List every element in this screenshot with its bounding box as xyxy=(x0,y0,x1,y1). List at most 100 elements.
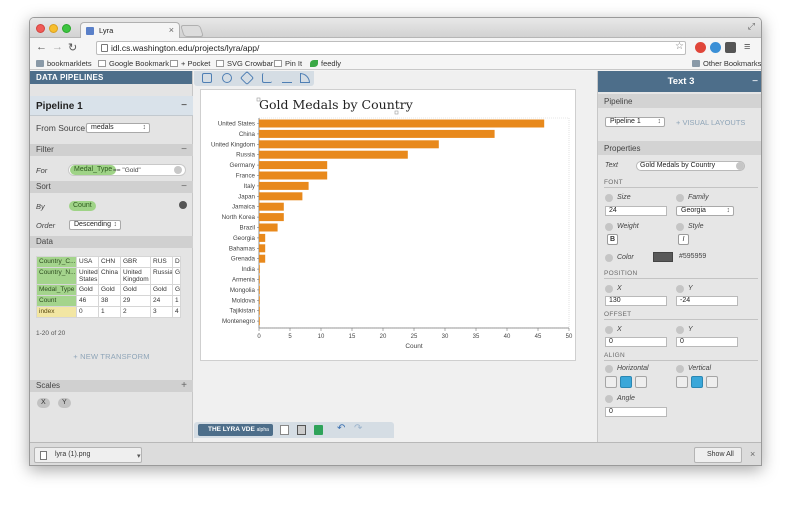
angle-binding-toggle[interactable] xyxy=(605,395,613,403)
data-table-field-header[interactable]: Count xyxy=(36,295,77,307)
bar[interactable] xyxy=(259,202,284,211)
align-center-button[interactable] xyxy=(620,376,632,388)
extension-opera-icon[interactable] xyxy=(695,42,706,53)
bookmark-star-icon[interactable]: ☆ xyxy=(675,41,684,52)
chart-title[interactable]: Gold Medals by Country xyxy=(259,97,414,112)
bookmark-item[interactable]: Google Bookmark xyxy=(98,59,169,68)
bar[interactable] xyxy=(259,285,260,294)
color-binding-toggle[interactable] xyxy=(605,254,613,262)
reload-icon[interactable]: ↻ xyxy=(68,41,77,54)
y-binding-toggle[interactable] xyxy=(676,285,684,293)
bar[interactable] xyxy=(259,254,266,263)
bar[interactable] xyxy=(259,244,266,253)
bookmark-item[interactable]: feedly xyxy=(310,59,341,68)
arc-mark-icon[interactable] xyxy=(239,70,255,86)
close-tab-icon[interactable]: × xyxy=(169,25,174,35)
bar[interactable] xyxy=(259,306,260,315)
address-bar[interactable]: idl.cs.washington.edu/projects/lyra/app/ xyxy=(96,41,686,55)
text-property-input[interactable]: Gold Medals by Country xyxy=(636,161,745,171)
bold-button[interactable]: B xyxy=(607,234,618,245)
scale-pill-x[interactable]: X xyxy=(37,398,50,408)
x-binding-toggle[interactable] xyxy=(605,285,613,293)
show-all-button[interactable]: Show All xyxy=(694,447,742,463)
extension-blue-icon[interactable] xyxy=(710,42,721,53)
collapse-icon[interactable]: − xyxy=(181,144,187,155)
collapse-icon[interactable]: − xyxy=(752,76,758,87)
offset-y-binding-toggle[interactable] xyxy=(676,326,684,334)
collapse-icon[interactable]: − xyxy=(181,181,187,192)
family-binding-toggle[interactable] xyxy=(676,194,684,202)
x-input[interactable]: 130 xyxy=(605,296,667,306)
close-window-button[interactable] xyxy=(36,24,45,33)
bar[interactable] xyxy=(259,317,260,326)
sort-field-pill[interactable]: Count xyxy=(69,201,96,211)
data-table-field-header[interactable]: Country_C... xyxy=(36,256,77,268)
bar[interactable] xyxy=(259,192,303,201)
angle-input[interactable]: 0 xyxy=(605,407,667,417)
align-left-button[interactable] xyxy=(605,376,617,388)
bar-chart[interactable]: Gold Medals by Country 0 5 10 15 20 25 30 35 40 45… xyxy=(201,90,577,362)
bar[interactable] xyxy=(259,171,328,180)
text-binding-toggle[interactable] xyxy=(736,162,744,170)
color-swatch[interactable] xyxy=(653,252,673,262)
filter-expression-field[interactable]: Medal_Type == "Gold" xyxy=(68,164,186,176)
bar[interactable] xyxy=(259,181,309,190)
align-right-button[interactable] xyxy=(635,376,647,388)
add-scale-icon[interactable]: + xyxy=(181,380,187,391)
bar[interactable] xyxy=(259,296,260,305)
new-transform-button[interactable]: + NEW TRANSFORM xyxy=(30,352,193,361)
share-icon[interactable] xyxy=(314,425,323,435)
filter-toggle-icon[interactable] xyxy=(174,166,182,174)
close-downloads-icon[interactable]: × xyxy=(750,449,755,459)
forward-icon[interactable]: → xyxy=(52,41,63,53)
data-table-field-header[interactable]: Country_N... xyxy=(36,267,77,285)
minimize-window-button[interactable] xyxy=(49,24,58,33)
dropdown-arrow-icon[interactable]: ▾ xyxy=(137,452,141,460)
bar[interactable] xyxy=(259,119,545,128)
extension-tools-icon[interactable] xyxy=(725,42,736,53)
filter-field-pill[interactable]: Medal_Type xyxy=(70,165,117,175)
menu-icon[interactable]: ≡ xyxy=(744,41,750,53)
visual-layouts-button[interactable]: + VISUAL LAYOUTS xyxy=(676,118,745,127)
y-input[interactable]: -24 xyxy=(676,296,738,306)
size-input[interactable]: 24 xyxy=(605,206,667,216)
text-mark-icon[interactable] xyxy=(300,73,310,83)
other-bookmarks[interactable]: Other Bookmarks xyxy=(692,59,761,68)
new-tab-button[interactable] xyxy=(180,25,204,37)
download-item[interactable]: lyra (1).png ▾ xyxy=(34,447,142,463)
pipeline-select[interactable]: Pipeline 1 xyxy=(605,117,665,127)
bar[interactable] xyxy=(259,140,439,149)
align-bottom-button[interactable] xyxy=(706,376,718,388)
line-mark-icon[interactable] xyxy=(282,73,292,83)
bar[interactable] xyxy=(259,233,266,242)
align-top-button[interactable] xyxy=(676,376,688,388)
bookmark-item[interactable]: SVG Crowbar xyxy=(216,59,273,68)
sort-order-select[interactable]: Descending xyxy=(69,220,121,230)
data-table-field-header[interactable]: Medal_Type xyxy=(36,284,77,296)
vertical-binding-toggle[interactable] xyxy=(676,365,684,373)
collapse-icon[interactable]: − xyxy=(181,100,187,111)
scale-pill-y[interactable]: Y xyxy=(58,398,71,408)
rect-mark-icon[interactable] xyxy=(202,73,212,83)
symbol-mark-icon[interactable] xyxy=(222,73,232,83)
new-file-icon[interactable] xyxy=(280,425,289,435)
remove-sort-icon[interactable] xyxy=(179,201,187,209)
data-table-field-header[interactable]: index xyxy=(36,306,77,318)
sort-section-header[interactable]: Sort − xyxy=(30,181,193,193)
bar[interactable] xyxy=(259,129,495,138)
undo-icon[interactable]: ↶ xyxy=(337,423,346,434)
weight-binding-toggle[interactable] xyxy=(605,223,613,231)
back-icon[interactable]: ← xyxy=(36,41,47,53)
bar[interactable] xyxy=(259,265,260,274)
redo-icon[interactable]: ↷ xyxy=(354,423,363,434)
bookmark-item[interactable]: + Pocket xyxy=(170,59,210,68)
filter-section-header[interactable]: Filter − xyxy=(30,144,193,156)
chart-canvas[interactable]: Gold Medals by Country 0 5 10 15 20 25 30 35 40 45… xyxy=(200,89,576,361)
bar[interactable] xyxy=(259,223,278,232)
style-binding-toggle[interactable] xyxy=(676,223,684,231)
align-middle-button[interactable] xyxy=(691,376,703,388)
italic-button[interactable]: I xyxy=(678,234,689,245)
bar[interactable] xyxy=(259,161,328,170)
browser-tab[interactable]: Lyra × xyxy=(80,22,180,38)
horizontal-binding-toggle[interactable] xyxy=(605,365,613,373)
